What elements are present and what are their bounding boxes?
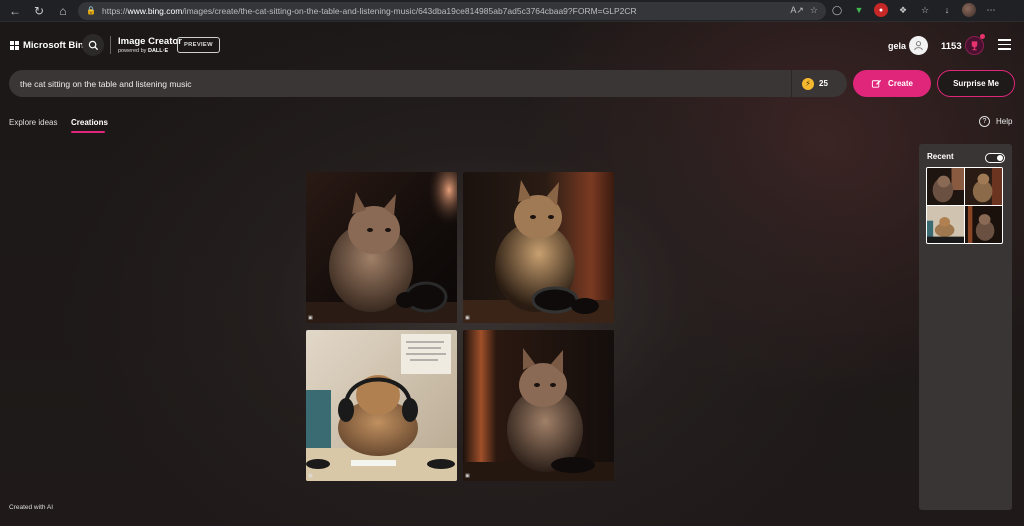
more-options-icon[interactable]: ⋯ bbox=[984, 3, 998, 17]
tab-explore-ideas[interactable]: Explore ideas bbox=[9, 118, 57, 127]
recent-title: Recent bbox=[927, 152, 954, 161]
notification-dot bbox=[980, 34, 985, 39]
user-name[interactable]: gela bbox=[888, 41, 906, 51]
cat-image-3 bbox=[306, 330, 457, 481]
tab-creations[interactable]: Creations bbox=[71, 118, 108, 127]
header-divider bbox=[110, 36, 111, 54]
toggle-knob bbox=[997, 155, 1003, 161]
preview-badge: PREVIEW bbox=[177, 37, 220, 53]
home-icon[interactable]: ⌂ bbox=[54, 2, 72, 20]
boosts-indicator[interactable]: ⚡ 25 bbox=[791, 70, 847, 97]
generated-image-1[interactable]: ▣ bbox=[306, 172, 457, 323]
recent-creation-thumbnail[interactable] bbox=[926, 167, 1003, 244]
url-host: www.bing.com bbox=[127, 6, 183, 16]
user-avatar[interactable] bbox=[909, 36, 928, 55]
person-icon bbox=[914, 41, 923, 51]
image-corner-icon: ▣ bbox=[465, 315, 470, 321]
help-label: Help bbox=[996, 117, 1013, 126]
image-creator-page: Microsoft Bing Image Creator powered by … bbox=[0, 22, 1024, 526]
download-icon[interactable]: ↓ bbox=[940, 3, 954, 17]
image-corner-icon: ▣ bbox=[308, 473, 313, 479]
brand-name: Microsoft Bing bbox=[23, 40, 90, 51]
profile-avatar-icon[interactable] bbox=[962, 3, 976, 17]
help-question-icon: ? bbox=[979, 116, 990, 127]
recent-panel: Recent bbox=[919, 144, 1012, 510]
read-aloud-icon[interactable]: A↗ bbox=[790, 5, 804, 16]
powered-by-text: powered by DALL·E bbox=[118, 48, 169, 54]
generated-image-2[interactable]: ▣ bbox=[463, 172, 614, 323]
shield-icon[interactable]: ◯ bbox=[830, 3, 844, 17]
favorites-icon[interactable]: ☆ bbox=[918, 3, 932, 17]
extension-red-icon[interactable]: ● bbox=[874, 3, 888, 17]
adblock-shield-icon[interactable]: ▼ bbox=[852, 3, 866, 17]
refresh-icon[interactable]: ↻ bbox=[30, 2, 48, 20]
surprise-me-button[interactable]: Surprise Me bbox=[937, 70, 1015, 97]
browser-toolbar: ← ↻ ⌂ 🔒 https://www.bing.com/images/crea… bbox=[0, 0, 1024, 22]
trophy-icon bbox=[971, 41, 978, 51]
cat-image-1 bbox=[306, 172, 457, 323]
hamburger-menu-icon[interactable] bbox=[998, 39, 1011, 50]
active-tab-indicator bbox=[71, 131, 105, 133]
prompt-input[interactable]: the cat sitting on the table and listeni… bbox=[9, 70, 847, 97]
create-brush-icon bbox=[871, 79, 882, 88]
generated-image-3[interactable]: ▣ bbox=[306, 330, 457, 481]
thumb-2 bbox=[965, 168, 1002, 205]
help-link[interactable]: ? Help bbox=[979, 116, 1012, 127]
search-button[interactable] bbox=[82, 34, 104, 56]
boosts-count: 25 bbox=[819, 79, 828, 88]
generated-image-4[interactable]: ▣ bbox=[463, 330, 614, 481]
product-title[interactable]: Image Creator powered by DALL·E bbox=[118, 36, 182, 55]
create-button[interactable]: Create bbox=[853, 70, 931, 97]
image-corner-icon: ▣ bbox=[465, 473, 470, 479]
search-icon bbox=[88, 40, 98, 50]
favorite-star-icon[interactable]: ☆ bbox=[810, 5, 818, 16]
microsoft-bing-logo[interactable]: Microsoft Bing bbox=[10, 40, 90, 51]
image-corner-icon: ▣ bbox=[308, 315, 313, 321]
url-path: /images/create/the-cat-sitting-on-the-ta… bbox=[182, 6, 637, 16]
cat-image-2 bbox=[463, 172, 614, 323]
lightning-bolt-icon: ⚡ bbox=[802, 77, 814, 90]
address-bar[interactable]: 🔒 https://www.bing.com/images/create/the… bbox=[78, 2, 826, 20]
site-header: Microsoft Bing Image Creator powered by … bbox=[0, 22, 1024, 68]
lock-icon: 🔒 bbox=[86, 6, 96, 15]
url-prefix: https:// bbox=[102, 6, 128, 16]
cat-image-4 bbox=[463, 330, 614, 481]
back-icon[interactable]: ← bbox=[6, 2, 24, 20]
create-label: Create bbox=[888, 79, 913, 88]
extensions-puzzle-icon[interactable]: ❖ bbox=[896, 3, 910, 17]
thumb-4 bbox=[965, 206, 1002, 243]
product-title-text: Image Creator bbox=[118, 36, 182, 47]
windows-logo-icon bbox=[10, 41, 19, 50]
rewards-points[interactable]: 1153 bbox=[941, 41, 962, 52]
prompt-text[interactable]: the cat sitting on the table and listeni… bbox=[20, 79, 847, 89]
thumb-1 bbox=[927, 168, 964, 205]
recent-toggle[interactable] bbox=[985, 153, 1005, 163]
thumb-3 bbox=[927, 206, 964, 243]
created-with-ai-note: Created with AI bbox=[9, 504, 54, 511]
